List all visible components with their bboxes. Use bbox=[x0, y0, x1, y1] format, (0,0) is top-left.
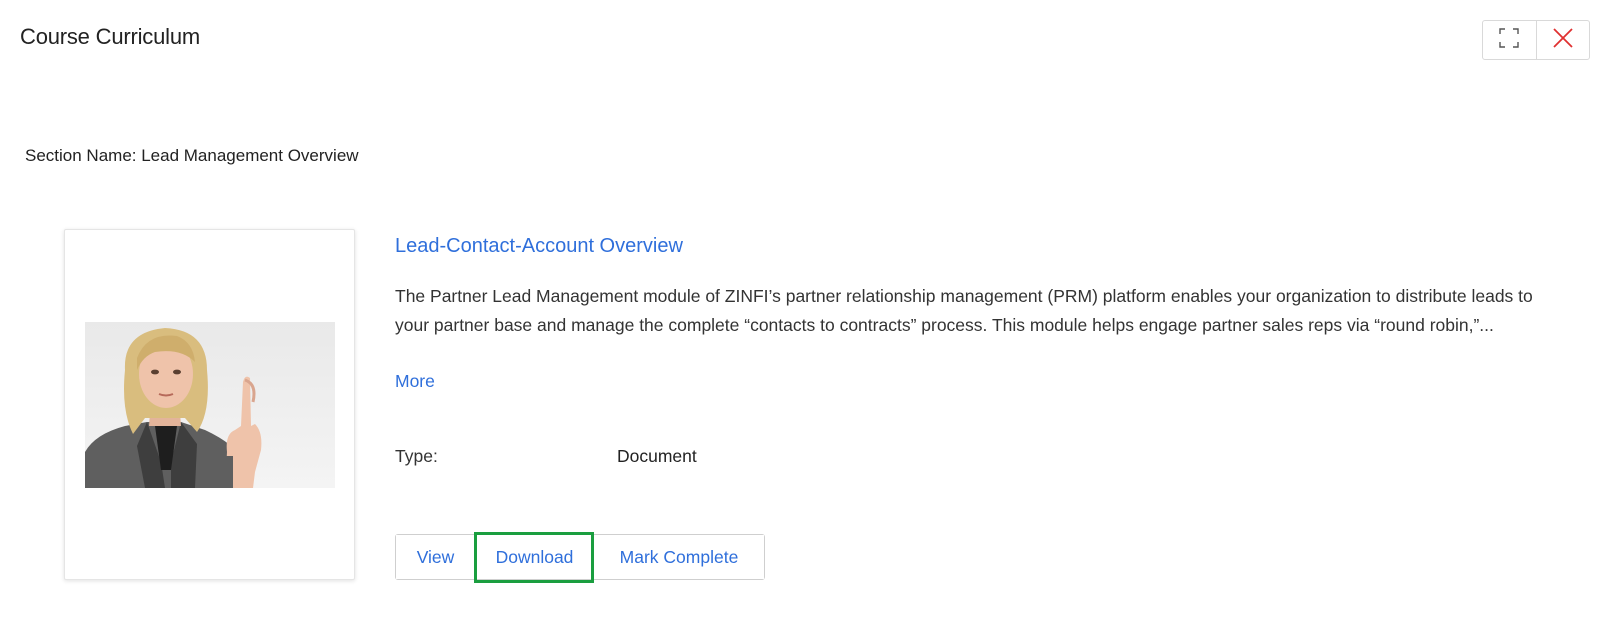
modal-title: Course Curriculum bbox=[20, 24, 200, 49]
more-link[interactable]: More bbox=[395, 371, 435, 392]
window-controls bbox=[1482, 20, 1590, 60]
content-description: The Partner Lead Management module of ZI… bbox=[395, 286, 1533, 335]
download-button[interactable]: Download bbox=[475, 535, 594, 579]
fullscreen-icon bbox=[1498, 27, 1520, 54]
close-icon bbox=[1552, 27, 1574, 54]
thumbnail-image bbox=[85, 322, 335, 488]
type-value: Document bbox=[617, 446, 697, 466]
fullscreen-button[interactable] bbox=[1483, 21, 1536, 59]
action-button-group: View Download Mark Complete bbox=[395, 534, 765, 580]
view-button[interactable]: View bbox=[396, 535, 475, 579]
close-button[interactable] bbox=[1535, 21, 1590, 59]
mark-complete-button[interactable]: Mark Complete bbox=[594, 535, 764, 579]
content-title-link[interactable]: Lead-Contact-Account Overview bbox=[395, 235, 683, 258]
content-thumbnail-card[interactable] bbox=[64, 229, 355, 580]
section-name: Section Name: Lead Management Overview bbox=[25, 146, 359, 165]
type-label: Type: bbox=[395, 446, 438, 466]
